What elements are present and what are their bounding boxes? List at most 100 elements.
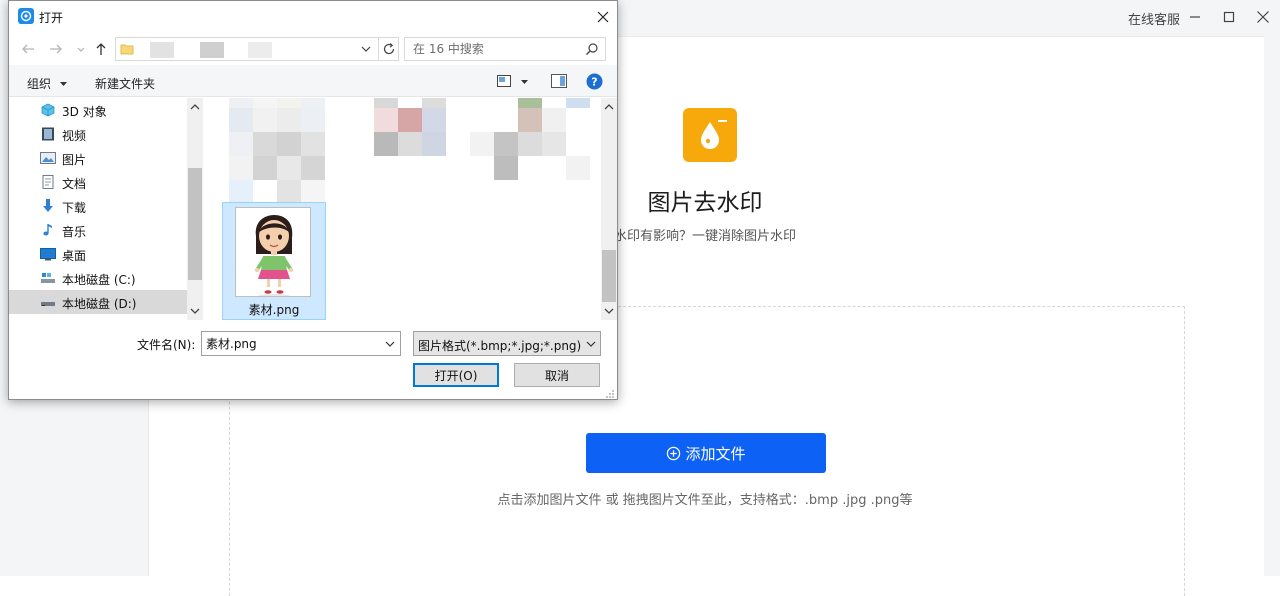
redacted-thumbnail[interactable]	[229, 98, 253, 108]
organize-menu[interactable]: 组织	[27, 75, 68, 92]
file-list: 素材.png	[204, 98, 600, 320]
search-input[interactable]	[405, 38, 581, 60]
new-folder-button[interactable]: 新建文件夹	[95, 75, 155, 92]
chevron-down-icon[interactable]	[384, 339, 396, 349]
video-icon	[42, 127, 54, 141]
open-button[interactable]: 打开(O)	[413, 363, 499, 387]
file-type-value: 图片格式(*.bmp;*.jpg;*.png)	[418, 339, 582, 353]
water-drop-icon	[701, 120, 727, 149]
resize-grip-icon[interactable]	[605, 389, 615, 399]
redacted-thumbnail[interactable]	[494, 132, 518, 156]
redacted-thumbnail[interactable]	[542, 108, 566, 132]
redacted-thumbnail[interactable]	[277, 132, 301, 156]
redacted-thumbnail[interactable]	[301, 180, 325, 202]
tree-item-music[interactable]: 音乐	[9, 218, 187, 242]
address-bar[interactable]	[115, 37, 399, 61]
redacted-thumbnail[interactable]	[301, 156, 325, 180]
preview-pane-icon[interactable]	[551, 74, 567, 88]
redacted-thumbnail[interactable]	[253, 156, 277, 180]
redacted-thumbnail[interactable]	[470, 132, 494, 156]
tree-item-documents[interactable]: 文档	[9, 170, 187, 194]
redacted-thumbnail[interactable]	[422, 108, 446, 132]
redacted-thumbnail[interactable]	[277, 180, 301, 202]
tree-item-label: 图片	[62, 153, 87, 167]
app-close-button[interactable]	[1252, 7, 1274, 27]
redacted-thumbnail[interactable]	[494, 156, 518, 180]
redacted-thumbnail[interactable]	[253, 132, 277, 156]
redacted-thumbnail[interactable]	[374, 108, 398, 132]
upload-hint: 点击添加图片文件 或 拖拽图片文件至此，支持格式：.bmp .jpg .png等	[497, 493, 913, 508]
redacted-thumbnail[interactable]	[301, 132, 325, 156]
tree-scrollbar-thumb[interactable]	[188, 168, 202, 280]
caret-down-icon[interactable]	[520, 78, 529, 86]
redacted-thumbnail[interactable]	[566, 98, 590, 108]
tree-item-drive-d[interactable]: 本地磁盘 (D:)	[9, 290, 187, 314]
change-view-icon[interactable]	[497, 75, 511, 87]
file-item-selected[interactable]: 素材.png	[222, 202, 326, 320]
filename-input[interactable]	[202, 332, 380, 355]
filename-combobox[interactable]	[201, 331, 401, 356]
redacted-thumbnail[interactable]	[277, 98, 301, 108]
back-button[interactable]	[19, 40, 37, 58]
tree-item-pictures[interactable]: 图片	[9, 146, 187, 170]
cancel-button[interactable]: 取消	[514, 363, 600, 387]
help-icon[interactable]: ?	[586, 73, 603, 90]
redacted-thumbnail[interactable]	[374, 132, 398, 156]
redacted-thumbnail[interactable]	[229, 132, 253, 156]
file-type-select[interactable]: 图片格式(*.bmp;*.jpg;*.png)	[413, 331, 601, 356]
refresh-icon	[383, 43, 395, 55]
redacted-thumbnail[interactable]	[229, 156, 253, 180]
maximize-button[interactable]	[1218, 7, 1240, 27]
redacted-thumbnail[interactable]	[277, 108, 301, 132]
recent-locations-button[interactable]	[72, 40, 85, 58]
search-box[interactable]	[404, 37, 606, 61]
arrow-right-icon	[50, 44, 62, 54]
desktop-icon	[40, 248, 56, 261]
redacted-thumbnail[interactable]	[301, 108, 325, 132]
redacted-thumbnail[interactable]	[398, 108, 422, 132]
pictures-icon	[40, 152, 56, 164]
chevron-down-icon	[77, 47, 85, 52]
tree-item-downloads[interactable]: 下载	[9, 194, 187, 218]
redacted-thumbnail[interactable]	[518, 98, 542, 108]
watermark-tool-logo	[683, 108, 737, 162]
file-list-scrollbar-thumb[interactable]	[602, 250, 616, 302]
arrow-left-icon	[22, 44, 34, 54]
redacted-thumbnail[interactable]	[566, 156, 590, 180]
up-button[interactable]	[92, 40, 110, 58]
tree-scrollbar[interactable]	[187, 98, 203, 320]
redacted-thumbnail[interactable]	[542, 132, 566, 156]
online-service-link[interactable]: 在线客服	[1128, 9, 1180, 28]
tree-item-3d-objects[interactable]: 3D 对象	[9, 98, 187, 122]
add-file-button[interactable]: 添加文件	[586, 433, 826, 473]
redacted-thumbnail[interactable]	[398, 132, 422, 156]
redacted-thumbnail[interactable]	[374, 98, 398, 108]
tree-item-drive-c[interactable]: 本地磁盘 (C:)	[9, 266, 187, 290]
drive-d-icon	[41, 302, 55, 306]
refresh-button[interactable]	[378, 38, 399, 60]
scroll-down-icon[interactable]	[189, 305, 201, 317]
forward-button[interactable]	[47, 40, 65, 58]
svg-text:?: ?	[591, 76, 597, 89]
redacted-thumbnail[interactable]	[301, 98, 325, 108]
tree-item-desktop[interactable]: 桌面	[9, 242, 187, 266]
redacted-thumbnail[interactable]	[422, 98, 446, 108]
redacted-thumbnail[interactable]	[253, 108, 277, 132]
file-list-scrollbar[interactable]	[601, 98, 617, 320]
dialog-close-button[interactable]	[592, 6, 614, 28]
scroll-down-icon[interactable]	[603, 305, 615, 317]
minimize-button[interactable]	[1184, 7, 1206, 27]
scroll-up-icon[interactable]	[603, 101, 615, 113]
redacted-thumbnail[interactable]	[518, 108, 542, 132]
redacted-thumbnail[interactable]	[229, 108, 253, 132]
redacted-thumbnail[interactable]	[277, 156, 301, 180]
redacted-thumbnail[interactable]	[253, 98, 277, 108]
redacted-thumbnail[interactable]	[422, 132, 446, 156]
scroll-up-icon[interactable]	[189, 101, 201, 113]
redacted-thumbnail[interactable]	[518, 132, 542, 156]
chevron-down-icon[interactable]	[360, 43, 372, 55]
redacted-thumbnail[interactable]	[229, 180, 253, 202]
dialog-titlebar[interactable]: 打开	[9, 1, 617, 32]
drive-c-icon	[41, 273, 55, 283]
tree-item-videos[interactable]: 视频	[9, 122, 187, 146]
